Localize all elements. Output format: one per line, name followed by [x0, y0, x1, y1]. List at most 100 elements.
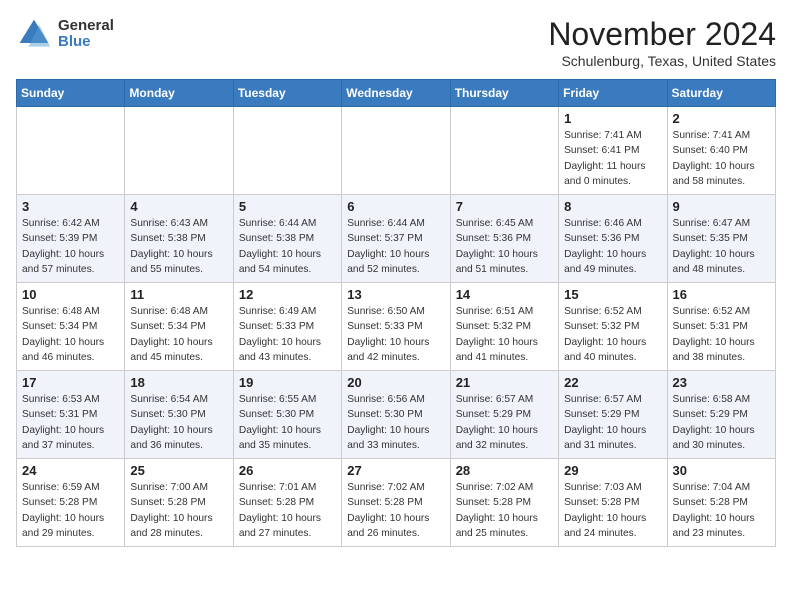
day-info: Sunrise: 6:57 AM Sunset: 5:29 PM Dayligh…: [456, 392, 553, 453]
day-info: Sunrise: 7:03 AM Sunset: 5:28 PM Dayligh…: [564, 480, 661, 541]
day-number: 21: [456, 375, 553, 390]
day-info: Sunrise: 6:59 AM Sunset: 5:28 PM Dayligh…: [22, 480, 119, 541]
day-info: Sunrise: 6:58 AM Sunset: 5:29 PM Dayligh…: [673, 392, 770, 453]
calendar-cell: 2 Sunrise: 7:41 AM Sunset: 6:40 PM Daylig…: [667, 107, 775, 195]
day-info: Sunrise: 6:50 AM Sunset: 5:33 PM Dayligh…: [347, 304, 444, 365]
day-header-sunday: Sunday: [17, 80, 125, 107]
day-info: Sunrise: 6:44 AM Sunset: 5:37 PM Dayligh…: [347, 216, 444, 277]
day-info: Sunrise: 6:46 AM Sunset: 5:36 PM Dayligh…: [564, 216, 661, 277]
calendar-cell: [450, 107, 558, 195]
day-info: Sunrise: 6:51 AM Sunset: 5:32 PM Dayligh…: [456, 304, 553, 365]
calendar-cell: 14 Sunrise: 6:51 AM Sunset: 5:32 PM Dayli…: [450, 283, 558, 371]
calendar-cell: 5Sunrise: 6:44 AM Sunset: 5:38 PM Daylig…: [233, 195, 341, 283]
day-number: 1: [564, 111, 661, 126]
day-number: 25: [130, 463, 227, 478]
calendar-cell: 1Sunrise: 7:41 AM Sunset: 6:41 PM Daylig…: [559, 107, 667, 195]
day-info: Sunrise: 6:44 AM Sunset: 5:38 PM Dayligh…: [239, 216, 336, 277]
day-header-tuesday: Tuesday: [233, 80, 341, 107]
day-number: 22: [564, 375, 661, 390]
location: Schulenburg, Texas, United States: [548, 53, 776, 69]
calendar-cell: 22Sunrise: 6:57 AM Sunset: 5:29 PM Dayli…: [559, 371, 667, 459]
logo: General Blue: [16, 16, 114, 52]
day-number: 8: [564, 199, 661, 214]
day-number: 24: [22, 463, 119, 478]
calendar-cell: 29 Sunrise: 7:03 AM Sunset: 5:28 PM Dayli…: [559, 459, 667, 547]
day-header-thursday: Thursday: [450, 80, 558, 107]
day-info: Sunrise: 6:45 AM Sunset: 5:36 PM Dayligh…: [456, 216, 553, 277]
calendar-cell: 12 Sunrise: 6:49 AM Sunset: 5:33 PM Dayli…: [233, 283, 341, 371]
day-number: 23: [673, 375, 770, 390]
day-number: 11: [130, 287, 227, 302]
calendar-cell: 10 Sunrise: 6:48 AM Sunset: 5:34 PM Dayli…: [17, 283, 125, 371]
calendar-cell: 25 Sunrise: 7:00 AM Sunset: 5:28 PM Dayli…: [125, 459, 233, 547]
day-number: 26: [239, 463, 336, 478]
calendar-cell: 24 Sunrise: 6:59 AM Sunset: 5:28 PM Dayli…: [17, 459, 125, 547]
calendar-cell: 21 Sunrise: 6:57 AM Sunset: 5:29 PM Dayli…: [450, 371, 558, 459]
calendar-week-5: 24 Sunrise: 6:59 AM Sunset: 5:28 PM Dayli…: [17, 459, 776, 547]
day-info: Sunrise: 6:48 AM Sunset: 5:34 PM Dayligh…: [22, 304, 119, 365]
day-info: Sunrise: 6:52 AM Sunset: 5:31 PM Dayligh…: [673, 304, 770, 365]
title-block: November 2024 Schulenburg, Texas, United…: [548, 16, 776, 69]
calendar-cell: [342, 107, 450, 195]
day-info: Sunrise: 6:42 AM Sunset: 5:39 PM Dayligh…: [22, 216, 119, 277]
day-number: 27: [347, 463, 444, 478]
calendar-cell: 19Sunrise: 6:55 AM Sunset: 5:30 PM Dayli…: [233, 371, 341, 459]
day-info: Sunrise: 6:52 AM Sunset: 5:32 PM Dayligh…: [564, 304, 661, 365]
calendar-week-2: 3 Sunrise: 6:42 AM Sunset: 5:39 PM Daylig…: [17, 195, 776, 283]
calendar-week-1: 1Sunrise: 7:41 AM Sunset: 6:41 PM Daylig…: [17, 107, 776, 195]
calendar-cell: 4 Sunrise: 6:43 AM Sunset: 5:38 PM Daylig…: [125, 195, 233, 283]
day-number: 2: [673, 111, 770, 126]
logo-icon: [16, 16, 52, 52]
day-header-saturday: Saturday: [667, 80, 775, 107]
day-number: 9: [673, 199, 770, 214]
calendar-cell: 30Sunrise: 7:04 AM Sunset: 5:28 PM Dayli…: [667, 459, 775, 547]
calendar-cell: 3 Sunrise: 6:42 AM Sunset: 5:39 PM Daylig…: [17, 195, 125, 283]
day-info: Sunrise: 6:54 AM Sunset: 5:30 PM Dayligh…: [130, 392, 227, 453]
day-info: Sunrise: 7:41 AM Sunset: 6:40 PM Dayligh…: [673, 128, 770, 189]
day-number: 10: [22, 287, 119, 302]
day-number: 4: [130, 199, 227, 214]
day-info: Sunrise: 6:53 AM Sunset: 5:31 PM Dayligh…: [22, 392, 119, 453]
logo-text: General Blue: [58, 18, 114, 51]
calendar-cell: [17, 107, 125, 195]
header: General Blue November 2024 Schulenburg, …: [16, 16, 776, 69]
day-info: Sunrise: 6:49 AM Sunset: 5:33 PM Dayligh…: [239, 304, 336, 365]
calendar-cell: 23 Sunrise: 6:58 AM Sunset: 5:29 PM Dayli…: [667, 371, 775, 459]
day-number: 19: [239, 375, 336, 390]
calendar-cell: 7 Sunrise: 6:45 AM Sunset: 5:36 PM Daylig…: [450, 195, 558, 283]
day-info: Sunrise: 7:00 AM Sunset: 5:28 PM Dayligh…: [130, 480, 227, 541]
day-number: 7: [456, 199, 553, 214]
calendar-cell: 11Sunrise: 6:48 AM Sunset: 5:34 PM Dayli…: [125, 283, 233, 371]
calendar-cell: 28 Sunrise: 7:02 AM Sunset: 5:28 PM Dayli…: [450, 459, 558, 547]
day-info: Sunrise: 7:02 AM Sunset: 5:28 PM Dayligh…: [456, 480, 553, 541]
day-number: 6: [347, 199, 444, 214]
day-number: 15: [564, 287, 661, 302]
day-info: Sunrise: 6:43 AM Sunset: 5:38 PM Dayligh…: [130, 216, 227, 277]
day-info: Sunrise: 6:47 AM Sunset: 5:35 PM Dayligh…: [673, 216, 770, 277]
day-number: 16: [673, 287, 770, 302]
calendar-cell: 8 Sunrise: 6:46 AM Sunset: 5:36 PM Daylig…: [559, 195, 667, 283]
calendar-cell: 13Sunrise: 6:50 AM Sunset: 5:33 PM Dayli…: [342, 283, 450, 371]
calendar-cell: 26 Sunrise: 7:01 AM Sunset: 5:28 PM Dayli…: [233, 459, 341, 547]
day-number: 30: [673, 463, 770, 478]
calendar-cell: 15 Sunrise: 6:52 AM Sunset: 5:32 PM Dayli…: [559, 283, 667, 371]
day-info: Sunrise: 7:01 AM Sunset: 5:28 PM Dayligh…: [239, 480, 336, 541]
calendar-cell: 9 Sunrise: 6:47 AM Sunset: 5:35 PM Daylig…: [667, 195, 775, 283]
day-number: 12: [239, 287, 336, 302]
page: General Blue November 2024 Schulenburg, …: [0, 0, 792, 557]
day-number: 28: [456, 463, 553, 478]
logo-general-label: General: [58, 18, 114, 35]
day-info: Sunrise: 7:02 AM Sunset: 5:28 PM Dayligh…: [347, 480, 444, 541]
day-number: 29: [564, 463, 661, 478]
calendar-cell: 16 Sunrise: 6:52 AM Sunset: 5:31 PM Dayli…: [667, 283, 775, 371]
logo-blue-label: Blue: [58, 34, 114, 51]
calendar-week-4: 17 Sunrise: 6:53 AM Sunset: 5:31 PM Dayli…: [17, 371, 776, 459]
day-number: 14: [456, 287, 553, 302]
month-title: November 2024: [548, 16, 776, 53]
day-number: 17: [22, 375, 119, 390]
calendar-cell: 27 Sunrise: 7:02 AM Sunset: 5:28 PM Dayli…: [342, 459, 450, 547]
calendar-cell: [233, 107, 341, 195]
day-header-wednesday: Wednesday: [342, 80, 450, 107]
calendar-cell: [125, 107, 233, 195]
day-number: 3: [22, 199, 119, 214]
